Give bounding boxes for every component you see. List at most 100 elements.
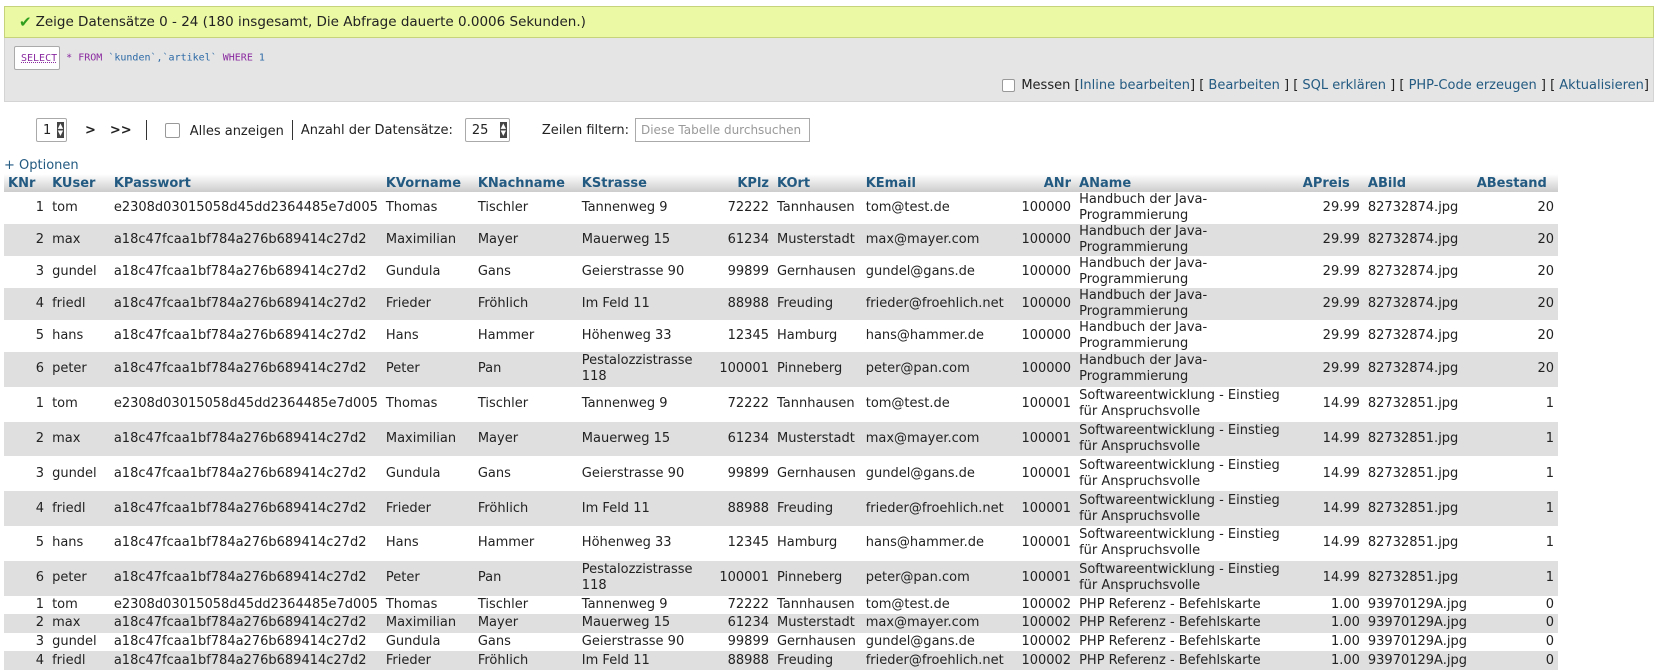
cell-kvorname[interactable]: Peter [381, 352, 474, 387]
cell-kemail[interactable]: gundel@gans.de [861, 256, 1009, 288]
cell-kstrasse[interactable]: Geierstrasse 90 [577, 456, 708, 492]
column-header-kort[interactable]: KOrt [772, 174, 862, 192]
cell-kort[interactable]: Tannhausen [772, 192, 862, 224]
cell-abestand[interactable]: 0 [1472, 595, 1558, 615]
cell-apreis[interactable]: 29.99 [1298, 288, 1364, 320]
cell-knr[interactable]: 1 [4, 386, 49, 422]
cell-kvorname[interactable]: Gundula [381, 456, 474, 492]
cell-aname[interactable]: Handbuch der Java-Programmierung [1075, 224, 1299, 256]
cell-kplz[interactable]: 99899 [708, 456, 773, 492]
cell-knachname[interactable]: Tischler [473, 595, 578, 615]
column-header-aname[interactable]: AName [1075, 174, 1299, 192]
cell-knr[interactable]: 5 [4, 525, 49, 561]
cell-knachname[interactable]: Fröhlich [473, 491, 578, 526]
cell-anr[interactable]: 100002 [1008, 614, 1076, 633]
cell-anr[interactable]: 100002 [1008, 595, 1076, 615]
cell-knachname[interactable]: Fröhlich [473, 651, 578, 670]
filter-input[interactable]: Diese Tabelle durchsuchen [634, 118, 810, 142]
cell-abestand[interactable]: 20 [1472, 288, 1558, 320]
cell-kvorname[interactable]: Gundula [381, 256, 474, 288]
cell-knachname[interactable]: Hammer [473, 525, 578, 561]
cell-kstrasse[interactable]: Geierstrasse 90 [577, 632, 708, 652]
cell-kplz[interactable]: 88988 [708, 651, 773, 670]
cell-apreis[interactable]: 1.00 [1298, 614, 1364, 633]
cell-kplz[interactable]: 72222 [708, 192, 773, 224]
cell-kort[interactable]: Freuding [772, 288, 862, 320]
cell-abestand[interactable]: 0 [1472, 632, 1558, 652]
cell-kvorname[interactable]: Frieder [381, 651, 474, 670]
cell-kpasswort[interactable]: a18c47fcaa1bf784a276b689414c27d2 [109, 525, 382, 561]
column-header-kplz[interactable]: KPlz [708, 174, 773, 192]
cell-aname[interactable]: Softwareentwicklung - Einstieg für Anspr… [1075, 456, 1299, 492]
column-header-apreis[interactable]: APreis [1298, 174, 1364, 192]
table-row[interactable]: 1 tom e2308d03015058d45dd2364485e7d005 Thom… [4, 595, 1558, 615]
cell-knachname[interactable]: Mayer [473, 421, 578, 457]
cell-kpasswort[interactable]: a18c47fcaa1bf784a276b689414c27d2 [109, 224, 382, 256]
cell-apreis[interactable]: 14.99 [1298, 560, 1364, 596]
cell-kpasswort[interactable]: e2308d03015058d45dd2364485e7d005 [109, 192, 382, 224]
cell-kplz[interactable]: 61234 [708, 224, 773, 256]
table-row[interactable]: 3 gundel a18c47fcaa1bf784a276b689414c27d2 G… [4, 456, 1558, 492]
cell-kemail[interactable]: tom@test.de [861, 595, 1009, 615]
cell-abild[interactable]: 82732851.jpg [1363, 456, 1473, 492]
cell-knr[interactable]: 5 [4, 320, 49, 352]
cell-knr[interactable]: 2 [4, 614, 49, 633]
cell-abild[interactable]: 82732874.jpg [1363, 288, 1473, 320]
cell-kemail[interactable]: max@mayer.com [861, 224, 1009, 256]
cell-anr[interactable]: 100001 [1008, 560, 1076, 596]
cell-knr[interactable]: 3 [4, 456, 49, 492]
cell-knachname[interactable]: Gans [473, 632, 578, 652]
cell-knr[interactable]: 6 [4, 352, 49, 387]
cell-kstrasse[interactable]: Mauerweg 15 [577, 614, 708, 633]
cell-kort[interactable]: Musterstadt [772, 421, 862, 457]
cell-kuser[interactable]: gundel [48, 632, 110, 652]
table-row[interactable]: 4 friedl a18c47fcaa1bf784a276b689414c27d2 F… [4, 288, 1558, 320]
cell-aname[interactable]: Softwareentwicklung - Einstieg für Anspr… [1075, 560, 1299, 596]
cell-aname[interactable]: Handbuch der Java-Programmierung [1075, 288, 1299, 320]
cell-apreis[interactable]: 1.00 [1298, 632, 1364, 652]
cell-knr[interactable]: 1 [4, 595, 49, 615]
cell-apreis[interactable]: 1.00 [1298, 651, 1364, 670]
cell-apreis[interactable]: 14.99 [1298, 456, 1364, 492]
table-row[interactable]: 4 friedl a18c47fcaa1bf784a276b689414c27d2 F… [4, 651, 1558, 670]
cell-kuser[interactable]: friedl [48, 651, 110, 670]
cell-kemail[interactable]: hans@hammer.de [861, 320, 1009, 352]
cell-kplz[interactable]: 12345 [708, 320, 773, 352]
cell-knachname[interactable]: Pan [473, 560, 578, 596]
cell-kstrasse[interactable]: Höhenweg 33 [577, 525, 708, 561]
cell-kemail[interactable]: gundel@gans.de [861, 456, 1009, 492]
explain-sql-link[interactable]: SQL erklären [1302, 78, 1386, 93]
cell-kplz[interactable]: 99899 [708, 632, 773, 652]
options-link[interactable]: + Optionen [4, 158, 79, 173]
cell-abestand[interactable]: 20 [1472, 320, 1558, 352]
cell-kemail[interactable]: tom@test.de [861, 192, 1009, 224]
cell-kort[interactable]: Pinneberg [772, 352, 862, 387]
cell-kpasswort[interactable]: a18c47fcaa1bf784a276b689414c27d2 [109, 288, 382, 320]
cell-abild[interactable]: 93970129A.jpg [1363, 614, 1473, 633]
cell-abestand[interactable]: 20 [1472, 352, 1558, 387]
cell-kvorname[interactable]: Maximilian [381, 614, 474, 633]
column-header-anr[interactable]: ANr [1008, 174, 1076, 192]
cell-anr[interactable]: 100000 [1008, 352, 1076, 387]
cell-knr[interactable]: 1 [4, 192, 49, 224]
table-row[interactable]: 3 gundel a18c47fcaa1bf784a276b689414c27d2 G… [4, 632, 1558, 652]
cell-kplz[interactable]: 61234 [708, 614, 773, 633]
cell-anr[interactable]: 100001 [1008, 491, 1076, 526]
cell-abild[interactable]: 82732874.jpg [1363, 352, 1473, 387]
cell-kstrasse[interactable]: Tannenweg 9 [577, 595, 708, 615]
cell-knr[interactable]: 6 [4, 560, 49, 596]
cell-kpasswort[interactable]: a18c47fcaa1bf784a276b689414c27d2 [109, 456, 382, 492]
cell-aname[interactable]: Softwareentwicklung - Einstieg für Anspr… [1075, 491, 1299, 526]
cell-kvorname[interactable]: Thomas [381, 386, 474, 422]
cell-abild[interactable]: 82732851.jpg [1363, 560, 1473, 596]
cell-kuser[interactable]: peter [48, 560, 110, 596]
cell-kpasswort[interactable]: a18c47fcaa1bf784a276b689414c27d2 [109, 320, 382, 352]
cell-aname[interactable]: PHP Referenz - Befehlskarte [1075, 614, 1299, 633]
table-row[interactable]: 5 hans a18c47fcaa1bf784a276b689414c27d2 Han… [4, 320, 1558, 352]
cell-kort[interactable]: Tannhausen [772, 386, 862, 422]
cell-kort[interactable]: Hamburg [772, 320, 862, 352]
cell-anr[interactable]: 100002 [1008, 632, 1076, 652]
cell-kstrasse[interactable]: Pestalozzistrasse 118 [577, 352, 708, 387]
cell-kstrasse[interactable]: Höhenweg 33 [577, 320, 708, 352]
cell-kplz[interactable]: 88988 [708, 288, 773, 320]
